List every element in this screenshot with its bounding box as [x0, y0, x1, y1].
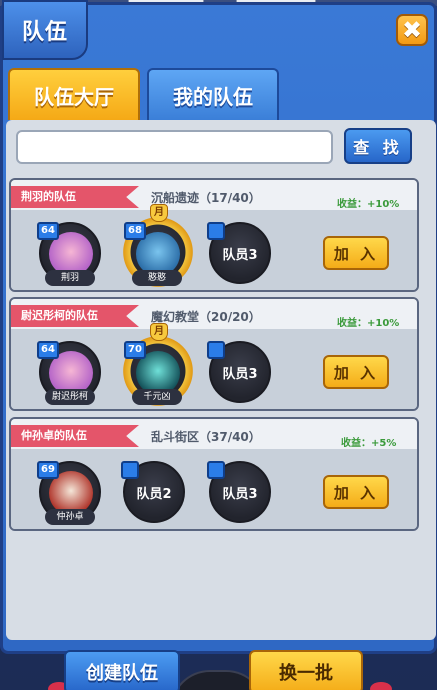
empty-member-slot[interactable]: 队员3	[207, 341, 271, 403]
member-slot[interactable]: 64 荆羽	[37, 222, 101, 286]
empty-slot-badge	[207, 222, 225, 240]
empty-slot-badge	[207, 341, 225, 359]
member-name: 尉迟彤柯	[45, 389, 95, 405]
reward-bonus: 收益：+10%	[337, 199, 400, 210]
member-name: 憨憨	[132, 270, 182, 286]
tab-team-hall[interactable]: 队伍大厅	[8, 68, 140, 120]
join-button[interactable]: 加 入	[323, 355, 389, 389]
team-card: 荆羽的队伍 沉船遗迹（17/40） 收益：+10% 64 荆羽 月 68 憨憨 …	[9, 178, 419, 292]
team-name-ribbon: 仲孙卓的队伍	[11, 425, 139, 447]
close-button[interactable]: ✖	[396, 14, 428, 46]
create-team-button[interactable]: 创建队伍	[64, 650, 180, 690]
member-slot[interactable]: 月 70 千元凶	[122, 323, 194, 409]
team-card: 仲孙卓的队伍 乱斗街区（37/40） 收益：+5% 69 仲孙卓 队员2 队员3…	[9, 417, 419, 531]
search-input[interactable]	[16, 130, 333, 164]
crown-icon: 月	[150, 323, 168, 341]
empty-slot-label: 队员3	[222, 367, 258, 382]
member-name: 千元凶	[132, 389, 182, 405]
empty-member-slot[interactable]: 队员2	[121, 461, 185, 523]
level-badge: 64	[37, 222, 59, 240]
map-name: 乱斗街区（37/40）	[151, 430, 261, 444]
reward-bonus: 收益：+5%	[341, 438, 397, 449]
level-badge: 64	[37, 341, 59, 359]
map-name: 沉船遗迹（17/40）	[151, 191, 261, 205]
join-button[interactable]: 加 入	[323, 236, 389, 270]
member-slot[interactable]: 64 尉迟彤柯	[37, 341, 101, 405]
tab-my-team[interactable]: 我的队伍	[147, 68, 279, 120]
member-name: 荆羽	[45, 270, 95, 286]
search-button[interactable]: 查 找	[344, 128, 412, 164]
member-slot[interactable]: 月 68 憨憨	[122, 204, 194, 290]
empty-slot-label: 队员3	[222, 248, 258, 263]
level-badge: 70	[124, 341, 146, 359]
member-slot[interactable]: 69 仲孙卓	[37, 461, 101, 525]
level-badge: 68	[124, 222, 146, 240]
close-icon: ✖	[401, 16, 423, 44]
join-button[interactable]: 加 入	[323, 475, 389, 509]
map-name: 魔幻教堂（20/20）	[151, 310, 261, 324]
refresh-list-button[interactable]: 换一批	[249, 650, 363, 690]
crown-icon: 月	[150, 204, 168, 222]
empty-slot-label: 队员2	[136, 487, 172, 502]
level-badge: 69	[37, 461, 59, 479]
empty-member-slot[interactable]: 队员3	[207, 222, 271, 284]
team-name-ribbon: 尉迟彤柯的队伍	[11, 305, 139, 327]
empty-member-slot[interactable]: 队员3	[207, 461, 271, 523]
team-card: 尉迟彤柯的队伍 魔幻教堂（20/20） 收益：+10% 64 尉迟彤柯 月 70…	[9, 297, 419, 411]
reward-bonus: 收益：+10%	[337, 318, 400, 329]
team-name-ribbon: 荆羽的队伍	[11, 186, 139, 208]
empty-slot-label: 队员3	[222, 487, 258, 502]
empty-slot-badge	[207, 461, 225, 479]
member-name: 仲孙卓	[45, 509, 95, 525]
panel-title: 队伍	[2, 0, 88, 60]
empty-slot-badge	[121, 461, 139, 479]
side-ornament-right	[370, 682, 392, 690]
